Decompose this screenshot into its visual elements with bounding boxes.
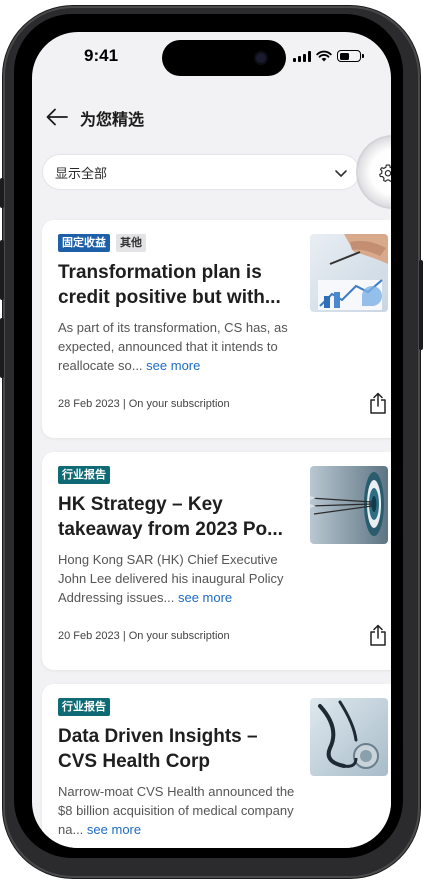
volume-up-button — [0, 240, 4, 300]
status-bar: 9:41 — [32, 32, 391, 86]
action-button — [0, 178, 4, 208]
power-button — [419, 260, 423, 350]
stethoscope-image-icon — [310, 698, 388, 776]
article-card[interactable]: 固定收益 其他 Transformation plan is credit po… — [42, 220, 391, 438]
article-title: Data Driven Insights – CVS Health Corp — [58, 726, 258, 772]
article-card[interactable]: 行业报告 HK Strategy – Key takeaway from 202… — [42, 452, 391, 670]
back-button[interactable] — [42, 102, 72, 132]
app-screen: 9:41 为您精选 显示全部 固定收益 其他 Transformation pl… — [32, 32, 391, 848]
dynamic-island — [162, 40, 286, 76]
article-thumbnail — [310, 466, 388, 544]
filter-selected-label: 显示全部 — [55, 166, 108, 182]
article-meta: 20 Feb 2023 | On your subscription — [58, 630, 230, 642]
target-arrows-image-icon — [310, 466, 388, 544]
share-button[interactable] — [366, 390, 390, 416]
tag-badge: 行业报告 — [58, 466, 110, 484]
article-thumbnail — [310, 698, 388, 776]
gear-icon — [379, 164, 391, 182]
article-summary: Narrow-moat CVS Health announced the $8 … — [58, 782, 298, 839]
article-card[interactable]: 行业报告 Data Driven Insights – CVS Health C… — [42, 684, 391, 848]
tag-list: 行业报告 — [58, 698, 110, 716]
settings-button[interactable] — [375, 160, 391, 186]
tag-badge: 固定收益 — [58, 234, 110, 252]
tag-list: 固定收益 其他 — [58, 234, 146, 252]
article-title: HK Strategy – Key takeaway from 2023 Po.… — [58, 494, 283, 540]
article-thumbnail — [310, 234, 388, 312]
tag-badge: 其他 — [116, 234, 146, 252]
share-button[interactable] — [366, 622, 390, 648]
arrow-left-icon — [46, 108, 68, 126]
tag-list: 行业报告 — [58, 466, 110, 484]
chevron-down-icon — [335, 170, 347, 177]
see-more-link[interactable]: see more — [146, 358, 200, 373]
article-summary: As part of its transformation, CS has, a… — [58, 318, 298, 375]
wifi-icon — [316, 50, 332, 62]
status-icons — [293, 50, 364, 62]
tag-badge: 行业报告 — [58, 698, 110, 716]
share-icon — [370, 392, 386, 414]
article-summary: Hong Kong SAR (HK) Chief Executive John … — [58, 550, 298, 607]
cellular-signal-icon — [293, 50, 311, 62]
see-more-link[interactable]: see more — [87, 822, 141, 837]
camera-icon — [256, 53, 266, 63]
filter-dropdown[interactable]: 显示全部 — [42, 154, 360, 190]
article-title: Transformation plan is credit positive b… — [58, 262, 281, 308]
article-meta: 28 Feb 2023 | On your subscription — [58, 398, 230, 410]
see-more-link[interactable]: see more — [178, 590, 232, 605]
page-title: 为您精选 — [80, 110, 145, 129]
summary-text: Hong Kong SAR (HK) Chief Executive John … — [58, 552, 284, 605]
battery-icon — [337, 50, 364, 62]
volume-down-button — [0, 318, 4, 378]
nav-header: 为您精选 — [32, 96, 391, 140]
finance-chart-image-icon — [310, 234, 388, 312]
status-time: 9:41 — [84, 46, 119, 65]
share-icon — [370, 624, 386, 646]
